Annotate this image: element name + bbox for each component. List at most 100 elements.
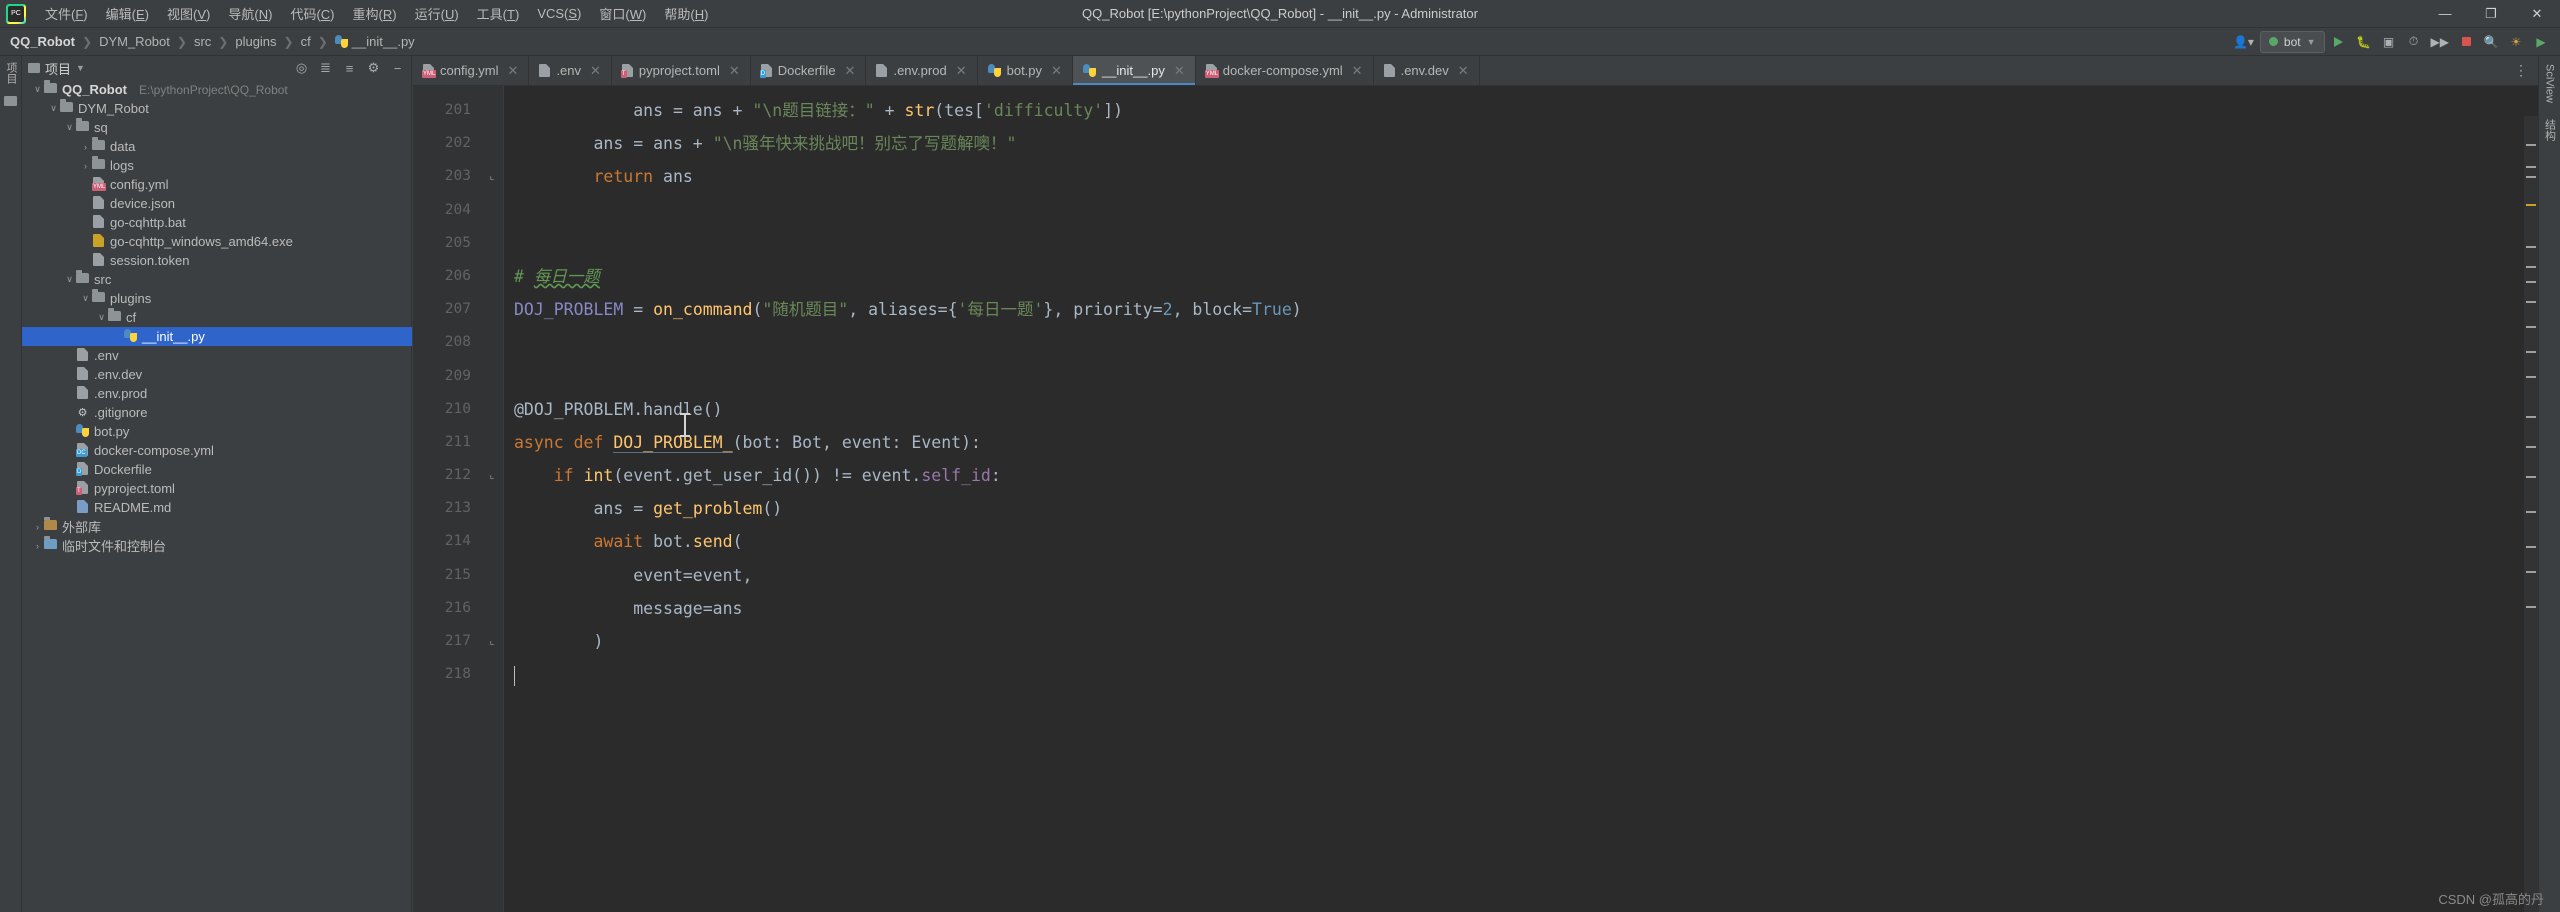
chevron-down-icon[interactable]: ▼ [76,63,85,73]
maximize-button[interactable]: ❐ [2468,0,2514,28]
tree-node-.env.prod[interactable]: • .env.prod [22,384,412,403]
breadcrumb-item-cf[interactable]: ❯ cf [277,34,311,49]
tree-expand-arrow[interactable]: ∨ [64,122,75,133]
menu-item-3[interactable]: 视图(V) [158,1,219,26]
tree-node-bot.py[interactable]: • bot.py [22,422,412,441]
code-editor[interactable]: 201 202 203 204 205 206 207 208 209 210 211 212 213 2… [413,86,2538,912]
tree-node-__init__.py[interactable]: • __init__.py [22,327,412,346]
breadcrumb[interactable]: QQ_Robot ❯ DYM_Robot ❯ src ❯ plugins ❯ cf ❯ __init… [0,34,415,49]
menu-item-7[interactable]: 运行(U) [406,1,468,26]
stripe-marker[interactable] [2526,606,2536,608]
tree-node-logs[interactable]: › logs [22,156,412,175]
stripe-marker[interactable] [2526,266,2536,268]
search-icon[interactable]: 🔍 [2480,31,2502,53]
stripe-marker[interactable] [2526,176,2536,178]
tree-expand-arrow[interactable]: › [80,161,91,171]
close-icon[interactable]: ✕ [1352,63,1363,79]
editor-tab-__init__.py[interactable]: __init__.py ✕ [1072,56,1196,85]
close-icon[interactable]: ✕ [508,63,519,79]
menu-item-9[interactable]: VCS(S) [528,3,590,24]
tree-expand-arrow[interactable]: › [80,142,91,152]
left-tool-rail[interactable]: 项目 [0,56,22,912]
tree-node-sq[interactable]: ∨ sq [22,118,412,137]
tree-expand-arrow[interactable]: › [32,522,43,532]
stripe-marker[interactable] [2526,511,2536,513]
tree-expand-arrow[interactable]: ∨ [64,274,75,285]
stripe-marker[interactable] [2526,351,2536,353]
stripe-marker[interactable] [2526,281,2536,283]
menu-item-6[interactable]: 重构(R) [344,1,406,26]
breadcrumb-item-__init__.py[interactable]: ❯ __init__.py [311,34,415,49]
folder-icon[interactable] [4,96,17,106]
tree-node-外部库[interactable]: › 外部库 [22,517,412,536]
tree-node-go-cqhttp.bat[interactable]: • go-cqhttp.bat [22,213,412,232]
attach-icon[interactable]: ▶▶ [2428,31,2452,53]
fold-marker[interactable]: ⌞ [481,459,503,492]
project-tree[interactable]: ∨ QQ_Robot E:\pythonProject\QQ_Robot ∨ DYM_R… [22,80,412,912]
menu-item-5[interactable]: 代码(C) [281,1,343,26]
tree-expand-arrow[interactable]: ∨ [48,103,59,114]
profile-icon[interactable]: ⏱ [2403,31,2425,53]
debug-icon[interactable]: 🐛 [2353,31,2375,53]
tree-expand-arrow[interactable]: ∨ [80,293,91,304]
tree-node-docker-compose.yml[interactable]: •DC docker-compose.yml [22,441,412,460]
tree-node-README.md[interactable]: • README.md [22,498,412,517]
tree-node-Dockerfile[interactable]: •D Dockerfile [22,460,412,479]
menu-item-2[interactable]: 编辑(E) [97,1,158,26]
tree-node-.gitignore[interactable]: •⚙ .gitignore [22,403,412,422]
plugin-icon[interactable]: ▶ [2530,31,2552,53]
tree-node-plugins[interactable]: ∨ plugins [22,289,412,308]
tree-node-.env.dev[interactable]: • .env.dev [22,365,412,384]
tree-node-src[interactable]: ∨ src [22,270,412,289]
stripe-marker[interactable] [2526,416,2536,418]
editor-tabs-overflow[interactable]: ⋮ [2504,56,2538,85]
close-icon[interactable]: ✕ [729,63,740,79]
rail-tab-project[interactable]: 项目 [0,56,22,90]
stripe-marker[interactable] [2526,246,2536,248]
more-icon[interactable]: ⋮ [2514,62,2528,79]
updates-icon[interactable]: ☀ [2505,31,2527,53]
close-button[interactable]: ✕ [2514,0,2560,28]
hide-icon[interactable]: − [390,61,405,76]
stop-icon[interactable] [2455,31,2477,53]
menu-item-11[interactable]: 帮助(H) [655,1,717,26]
navbar-toolbar[interactable]: 👤▾ bot ▼ 🐛 ▣ ⏱ ▶▶ 🔍 ☀ ▶ [2230,30,2560,53]
editor-tab-.env.prod[interactable]: .env.prod ✕ [866,56,978,85]
close-icon[interactable]: ✕ [590,63,601,79]
coverage-icon[interactable]: ▣ [2378,31,2400,53]
fold-marker[interactable]: ⌞ [481,625,503,658]
close-icon[interactable]: ✕ [845,63,856,79]
tree-node-临时文件和控制台[interactable]: › 临时文件和控制台 [22,536,412,555]
breadcrumb-item-QQ_Robot[interactable]: QQ_Robot [10,34,75,49]
tree-node-go-cqhttp_windows_amd64.exe[interactable]: • go-cqhttp_windows_amd64.exe [22,232,412,251]
run-configuration-selector[interactable]: bot ▼ [2259,30,2325,53]
breadcrumb-item-plugins[interactable]: ❯ plugins [211,34,276,49]
stripe-marker[interactable] [2526,446,2536,448]
tree-node-cf[interactable]: ∨ cf [22,308,412,327]
tree-expand-arrow[interactable]: ∨ [32,84,43,95]
editor-tab-Dockerfile[interactable]: D Dockerfile ✕ [751,56,867,85]
stripe-marker[interactable] [2526,166,2536,168]
close-icon[interactable]: ✕ [1174,63,1185,79]
code-text-area[interactable]: ans = ans + "\n题目链接：" + str(tes['difficu… [503,86,2538,912]
stripe-marker[interactable] [2526,204,2536,206]
project-panel-actions[interactable]: ◎ ≣ ≡ ⚙ − [294,60,405,76]
tree-expand-arrow[interactable]: › [32,541,43,551]
stripe-marker[interactable] [2526,376,2536,378]
right-tool-rail[interactable]: SciView 结构 [2538,56,2560,912]
breadcrumb-item-src[interactable]: ❯ src [170,34,211,49]
settings-icon[interactable]: ⚙ [366,60,381,76]
tree-node-.env[interactable]: • .env [22,346,412,365]
editor-tab-pyproject.toml[interactable]: Tpyproject.toml ✕ [612,56,751,85]
tree-node-data[interactable]: › data [22,137,412,156]
tree-node-session.token[interactable]: • session.token [22,251,412,270]
rail-tab-sciview[interactable]: SciView [2542,56,2558,111]
tree-node-DYM_Robot[interactable]: ∨ DYM_Robot [22,99,412,118]
minimize-button[interactable]: — [2422,0,2468,28]
editor-tab-.env.dev[interactable]: .env.dev ✕ [1374,56,1480,85]
editor-tab-bot.py[interactable]: bot.py ✕ [978,56,1073,85]
collapse-all-icon[interactable]: ≣ [318,60,333,76]
code-folding-column[interactable]: ⌞ ⌞ ⌞ [481,86,503,912]
tree-node-config.yml[interactable]: •YMLconfig.yml [22,175,412,194]
tree-node-pyproject.toml[interactable]: •Tpyproject.toml [22,479,412,498]
